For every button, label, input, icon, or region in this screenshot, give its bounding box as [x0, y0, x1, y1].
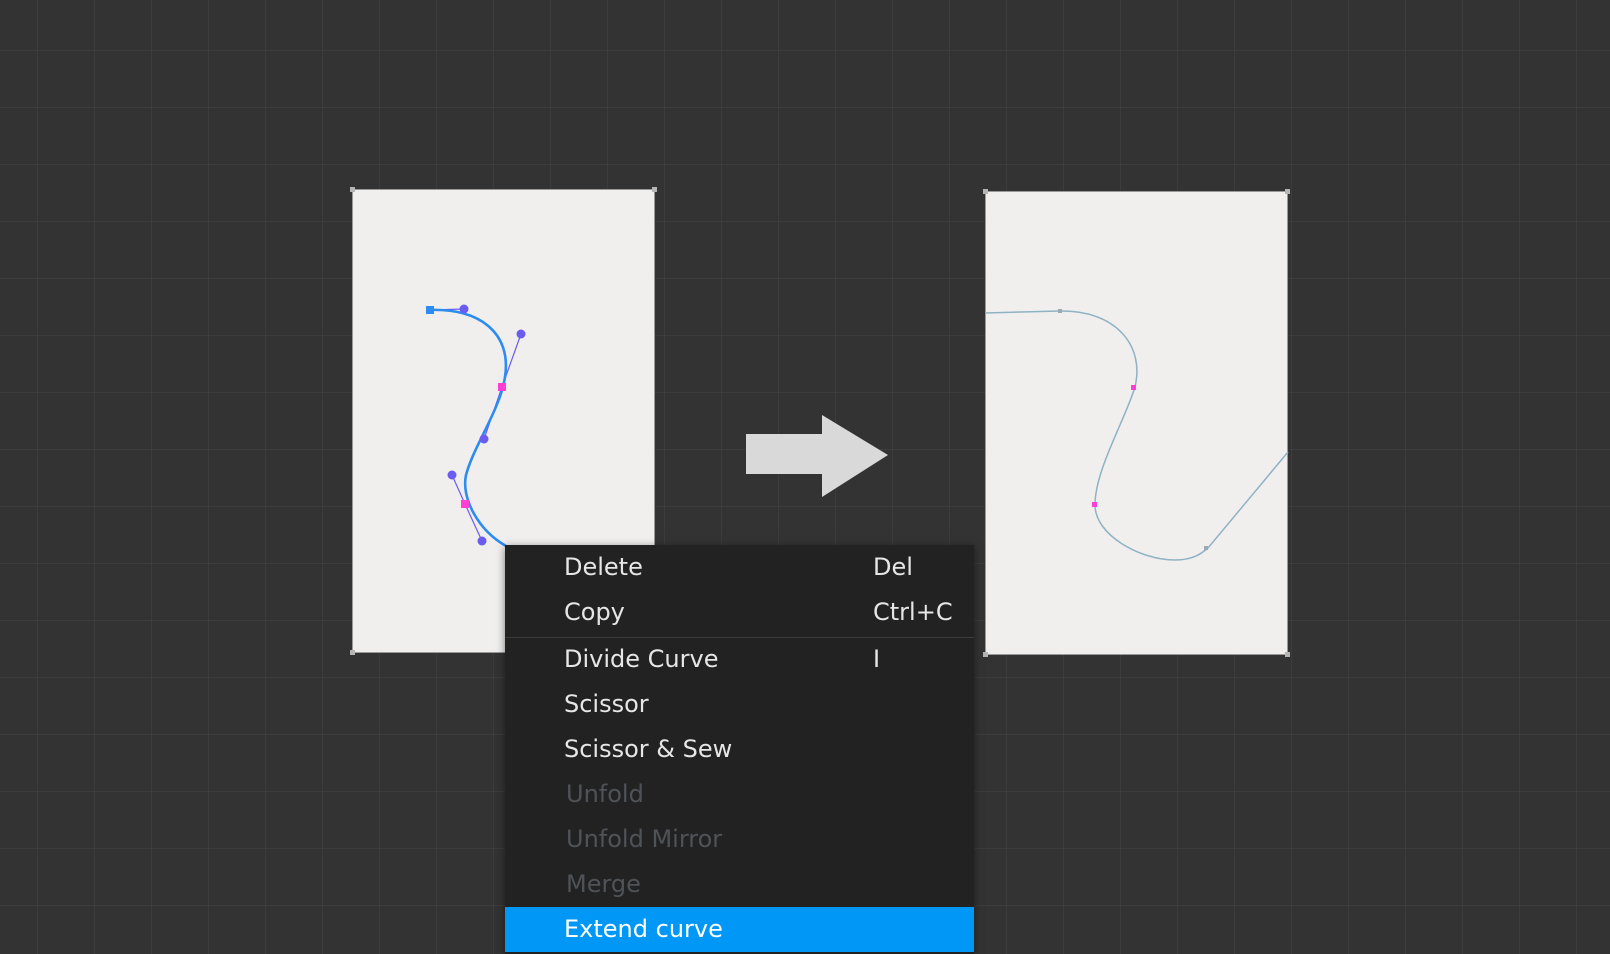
curve-anchor-point[interactable]	[1131, 385, 1136, 390]
menu-item-label: Scissor & Sew	[564, 735, 733, 763]
selected-curve-group[interactable]	[426, 304, 526, 548]
menu-item-label: Delete	[564, 553, 643, 581]
curve-anchor-point[interactable]	[498, 383, 506, 391]
curve-point[interactable]	[1058, 309, 1062, 313]
menu-item-scissor[interactable]: Scissor	[505, 682, 974, 727]
menu-item-copy[interactable]: Copy Ctrl+C	[505, 590, 974, 635]
menu-item-shortcut: I	[873, 645, 881, 673]
control-handle-point[interactable]	[479, 434, 489, 444]
menu-item-merge: Merge	[505, 862, 974, 907]
menu-item-label: Scissor	[564, 690, 649, 718]
control-handle-point[interactable]	[516, 329, 526, 339]
curve-anchor-point[interactable]	[1092, 502, 1097, 507]
curve-endpoint[interactable]	[426, 306, 434, 314]
menu-item-unfold: Unfold	[505, 772, 974, 817]
extended-curve-group[interactable]	[984, 309, 1289, 561]
curve-anchor-point[interactable]	[461, 500, 469, 508]
menu-item-shortcut: Del	[873, 553, 913, 581]
arrow-right-icon	[746, 415, 888, 497]
menu-item-label: Extend curve	[564, 915, 723, 943]
menu-item-label: Copy	[564, 598, 625, 626]
menu-item-scissor-and-sew[interactable]: Scissor & Sew	[505, 727, 974, 772]
menu-item-delete[interactable]: Delete Del	[505, 545, 974, 590]
menu-item-label: Unfold Mirror	[566, 825, 723, 853]
control-handle-lines	[429, 308, 522, 542]
context-menu: Delete Del Copy Ctrl+C Divide Curve I Sc…	[505, 545, 974, 954]
control-handle-point[interactable]	[447, 470, 457, 480]
menu-item-unfold-mirror: Unfold Mirror	[505, 817, 974, 862]
menu-item-extend-curve[interactable]: Extend curve	[505, 907, 974, 952]
menu-item-label: Divide Curve	[564, 645, 719, 673]
control-handle-point[interactable]	[459, 304, 469, 314]
extended-curve[interactable]	[984, 310, 1289, 561]
menu-item-label: Unfold	[566, 780, 644, 808]
menu-item-divide-curve[interactable]: Divide Curve I	[505, 637, 974, 682]
control-handle-point[interactable]	[477, 536, 487, 546]
menu-item-label: Merge	[566, 870, 641, 898]
curve-point[interactable]	[1204, 546, 1208, 550]
menu-item-shortcut: Ctrl+C	[873, 598, 953, 626]
